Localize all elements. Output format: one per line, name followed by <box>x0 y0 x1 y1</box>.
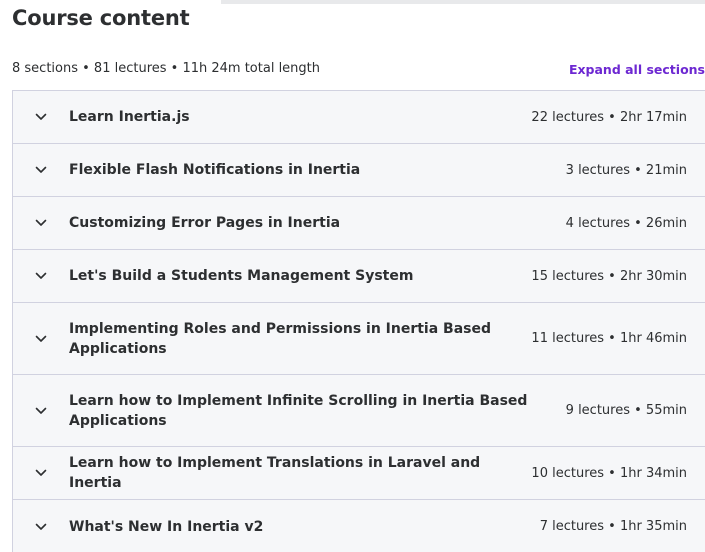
section-title: Learn how to Implement Translations in L… <box>69 455 481 491</box>
section-meta: 15 lectures • 2hr 30min <box>531 268 687 284</box>
section-title: What's New In Inertia v2 <box>69 518 264 535</box>
course-content-panel: Course content 8 sections • 81 lectures … <box>0 0 705 552</box>
top-divider <box>221 0 705 4</box>
section-title: Let's Build a Students Management System <box>69 268 414 284</box>
section-meta: 7 lectures • 1hr 35min <box>539 519 687 534</box>
section-title: Learn how to Implement Infinite Scrollin… <box>69 392 528 429</box>
section-title: Flexible Flash Notifications in Inertia <box>69 162 361 178</box>
section-header[interactable]: Implementing Roles and Permissions in In… <box>13 303 705 375</box>
section-header[interactable]: Learn Inertia.js 22 lectures • 2hr 17min <box>13 91 705 144</box>
chevron-down-icon <box>13 469 69 477</box>
chevron-down-icon <box>13 219 69 227</box>
section-header[interactable]: Learn how to Implement Translations in L… <box>13 447 705 500</box>
chevron-down-icon <box>13 272 69 280</box>
chevron-down-icon <box>13 407 69 415</box>
section-title: Customizing Error Pages in Inertia <box>69 215 341 231</box>
chevron-down-icon <box>13 113 69 121</box>
section-meta: 9 lectures • 55min <box>565 403 687 418</box>
section-title: Implementing Roles and Permissions in In… <box>69 320 492 357</box>
section-header[interactable]: Let's Build a Students Management System… <box>13 250 705 303</box>
section-header[interactable]: Learn how to Implement Infinite Scrollin… <box>13 375 705 447</box>
section-header[interactable]: Flexible Flash Notifications in Inertia … <box>13 144 705 197</box>
course-summary: 8 sections • 81 lectures • 11h 24m total… <box>12 61 321 76</box>
chevron-down-icon <box>13 166 69 174</box>
section-meta: 4 lectures • 26min <box>565 215 687 231</box>
page-title: Course content <box>12 6 190 30</box>
sections-accordion: Learn Inertia.js 22 lectures • 2hr 17min… <box>12 90 705 552</box>
expand-all-sections-button[interactable]: Expand all sections <box>569 62 705 77</box>
section-meta: 3 lectures • 21min <box>565 162 687 178</box>
chevron-down-icon <box>13 523 69 531</box>
section-title: Learn Inertia.js <box>69 109 190 125</box>
chevron-down-icon <box>13 335 69 343</box>
section-header[interactable]: What's New In Inertia v2 7 lectures • 1h… <box>13 500 705 552</box>
section-meta: 10 lectures • 1hr 34min <box>531 465 687 481</box>
section-meta: 22 lectures • 2hr 17min <box>531 109 687 125</box>
section-header[interactable]: Customizing Error Pages in Inertia 4 lec… <box>13 197 705 250</box>
section-meta: 11 lectures • 1hr 46min <box>531 331 687 346</box>
